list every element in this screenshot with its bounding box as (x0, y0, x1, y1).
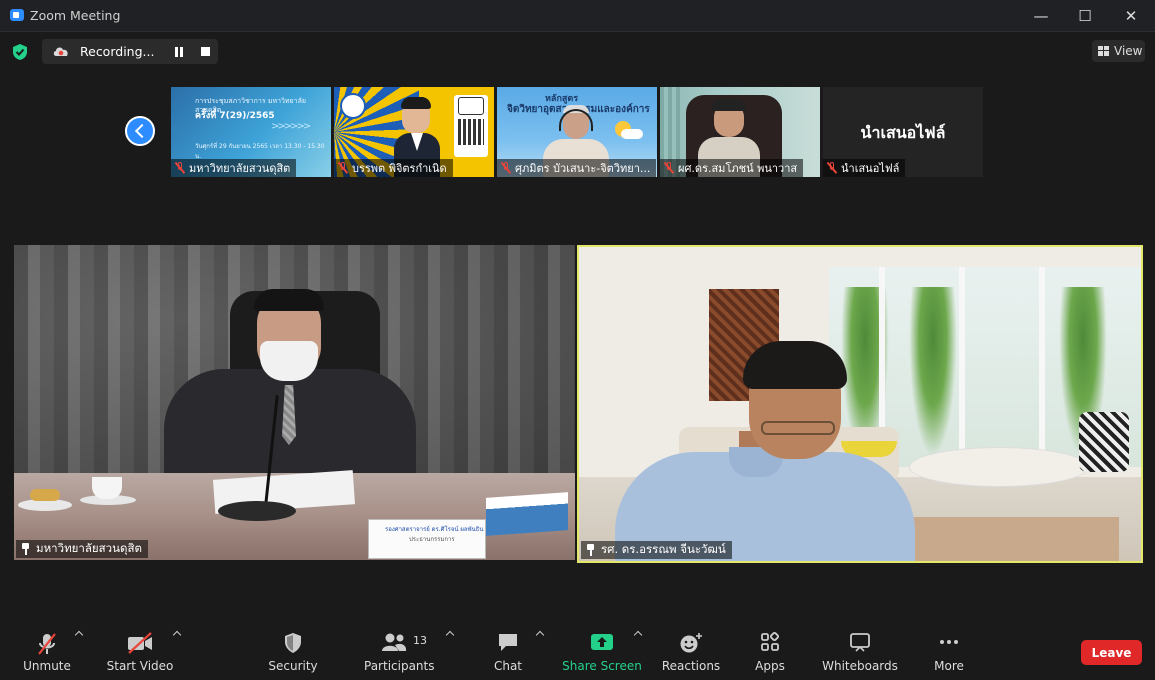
participant-nameplate: นำเสนอไฟล์ (823, 159, 906, 177)
slide-date: วันศุกร์ที่ 29 กันยายน 2565 เวลา 13.30 -… (195, 143, 325, 160)
active-speaker-video-tile[interactable]: รศ. ดร.อรรณพ จีนะวัฒน์ (577, 245, 1143, 563)
participant-name: นำเสนอไฟล์ (841, 162, 900, 175)
eyeglasses (761, 421, 835, 435)
pin-icon (585, 544, 595, 556)
minimize-button[interactable]: — (1030, 5, 1052, 27)
participant-nameplate: ศุภมิตร บัวเสนาะ-จิตวิทยา... (497, 159, 657, 177)
grid-view-icon (1098, 46, 1109, 56)
maximize-button[interactable]: ☐ (1074, 5, 1096, 27)
participant-name: ศุภมิตร บัวเสนาะ-จิตวิทยา... (515, 162, 651, 175)
more-label: More (934, 659, 964, 673)
participant-thumbnail[interactable]: นำเสนอไฟล์ นำเสนอไฟล์ (823, 87, 983, 177)
participants-icon (382, 633, 407, 651)
name-card-title: ประธานกรรมการ (409, 536, 455, 543)
previous-page-button[interactable] (125, 116, 155, 146)
share-screen-label: Share Screen (562, 659, 642, 673)
muted-mic-icon (338, 162, 348, 174)
pause-recording-button[interactable] (174, 47, 184, 57)
recording-indicator: Recording... (42, 39, 218, 64)
stop-recording-button[interactable] (201, 47, 210, 56)
security-label: Security (268, 659, 318, 673)
meeting-toolbar: Unmute Start Video Security 13 Participa… (0, 624, 1155, 680)
more-button[interactable]: More (928, 628, 970, 678)
view-button[interactable]: View (1092, 40, 1145, 62)
participant-nameplate: มหาวิทยาลัยสวนดุสิต (171, 159, 297, 177)
video-options-chevron-icon[interactable] (173, 630, 181, 638)
reactions-label: Reactions (661, 659, 721, 673)
main-video-tile[interactable]: รองศาสตราจารย์ ดร.ศิโรจน์ ผลพันธิน ประธา… (14, 245, 575, 560)
start-video-label: Start Video (106, 659, 174, 673)
muted-mic-icon (501, 162, 511, 174)
close-button[interactable]: ✕ (1120, 5, 1142, 27)
chat-options-chevron-icon[interactable] (536, 630, 544, 638)
chat-button[interactable]: Chat (486, 628, 530, 678)
view-label: View (1114, 44, 1143, 58)
coffee-cup (92, 477, 122, 499)
muted-mic-icon (664, 162, 674, 174)
brochure (486, 492, 568, 536)
audio-options-chevron-icon[interactable] (75, 630, 83, 638)
participant-name: มหาวิทยาลัยสวนดุสิต (189, 162, 291, 175)
title-bar: Zoom Meeting — ☐ ✕ (0, 0, 1155, 32)
participant-display-name: นำเสนอไฟล์ (860, 123, 946, 142)
reactions-button[interactable]: Reactions (660, 628, 722, 678)
more-dots-icon (940, 640, 958, 644)
share-screen-button[interactable]: Share Screen (562, 628, 642, 678)
participant-thumbnail[interactable]: บรรพต พิจิตรกำเนิด (334, 87, 494, 177)
participant-nameplate: ผศ.ดร.สมโภชน์ พนาวาส (660, 159, 804, 177)
pin-icon (20, 543, 30, 555)
zebra-chair (1079, 412, 1129, 472)
table (909, 447, 1089, 487)
participant-name: ผศ.ดร.สมโภชน์ พนาวาส (678, 162, 798, 175)
unmute-label: Unmute (23, 659, 71, 673)
face-mask (260, 341, 318, 381)
video-off-icon (128, 632, 152, 654)
share-screen-icon (591, 634, 613, 650)
muted-mic-icon (827, 162, 837, 174)
slide-subtitle: ครั้งที่ 7(29)/2565 (195, 111, 275, 121)
participant-thumbnail[interactable]: หลักสูตร จิตวิทยาอุตสาหกรรมและองค์การ ศุ… (497, 87, 657, 177)
muted-mic-icon (175, 162, 185, 174)
security-shield-icon (285, 633, 301, 653)
recording-label: Recording... (80, 44, 155, 59)
start-video-button[interactable]: Start Video (104, 628, 176, 678)
chat-label: Chat (493, 659, 523, 673)
cloud-graphic (621, 129, 643, 139)
whiteboard-icon (850, 633, 870, 652)
apps-icon (761, 632, 780, 651)
participants-options-chevron-icon[interactable] (446, 630, 454, 638)
name-card-name: รองศาสตราจารย์ ดร.ศิโรจน์ ผลพันธิน (385, 526, 484, 533)
share-options-chevron-icon[interactable] (634, 630, 642, 638)
participant-nameplate: มหาวิทยาลัยสวนดุสิต (16, 540, 148, 558)
participant-thumbnail[interactable]: การประชุมสภาวิชาการ มหาวิทยาลัยสวนดุสิต … (171, 87, 331, 177)
participant-thumbnail[interactable]: ผศ.ดร.สมโภชน์ พนาวาส (660, 87, 820, 177)
name-card: รองศาสตราจารย์ ดร.ศิโรจน์ ผลพันธิน ประธา… (368, 519, 486, 559)
qr-code-card (454, 95, 488, 157)
slide-arrow-decoration: >>>>>> (271, 121, 311, 132)
participants-label: Participants (364, 659, 435, 673)
whiteboards-button[interactable]: Whiteboards (820, 628, 900, 678)
encryption-shield-icon[interactable] (11, 43, 29, 61)
participant-nameplate: บรรพต พิจิตรกำเนิด (334, 159, 453, 177)
apps-label: Apps (755, 659, 785, 673)
zoom-app-icon (10, 9, 24, 21)
muted-microphone-icon (38, 633, 56, 655)
participant-count: 13 (413, 634, 427, 647)
cloud-recording-icon (53, 47, 68, 56)
reactions-smiley-icon (680, 633, 702, 653)
participant-nameplate: รศ. ดร.อรรณพ จีนะวัฒน์ (581, 541, 732, 559)
security-button[interactable]: Security (264, 628, 322, 678)
participant-name: รศ. ดร.อรรณพ จีนะวัฒน์ (601, 542, 726, 556)
chat-bubble-icon (499, 634, 517, 651)
participant-name: มหาวิทยาลัยสวนดุสิต (36, 541, 142, 555)
leave-button[interactable]: Leave (1081, 640, 1142, 665)
qr-code (458, 119, 484, 145)
window-title: Zoom Meeting (30, 8, 121, 23)
whiteboards-label: Whiteboards (822, 659, 898, 673)
participant-name: บรรพต พิจิตรกำเนิด (352, 162, 447, 175)
apps-button[interactable]: Apps (750, 628, 790, 678)
participants-button[interactable]: 13 Participants (364, 628, 435, 678)
university-logo (340, 93, 366, 119)
unmute-button[interactable]: Unmute (18, 628, 76, 678)
